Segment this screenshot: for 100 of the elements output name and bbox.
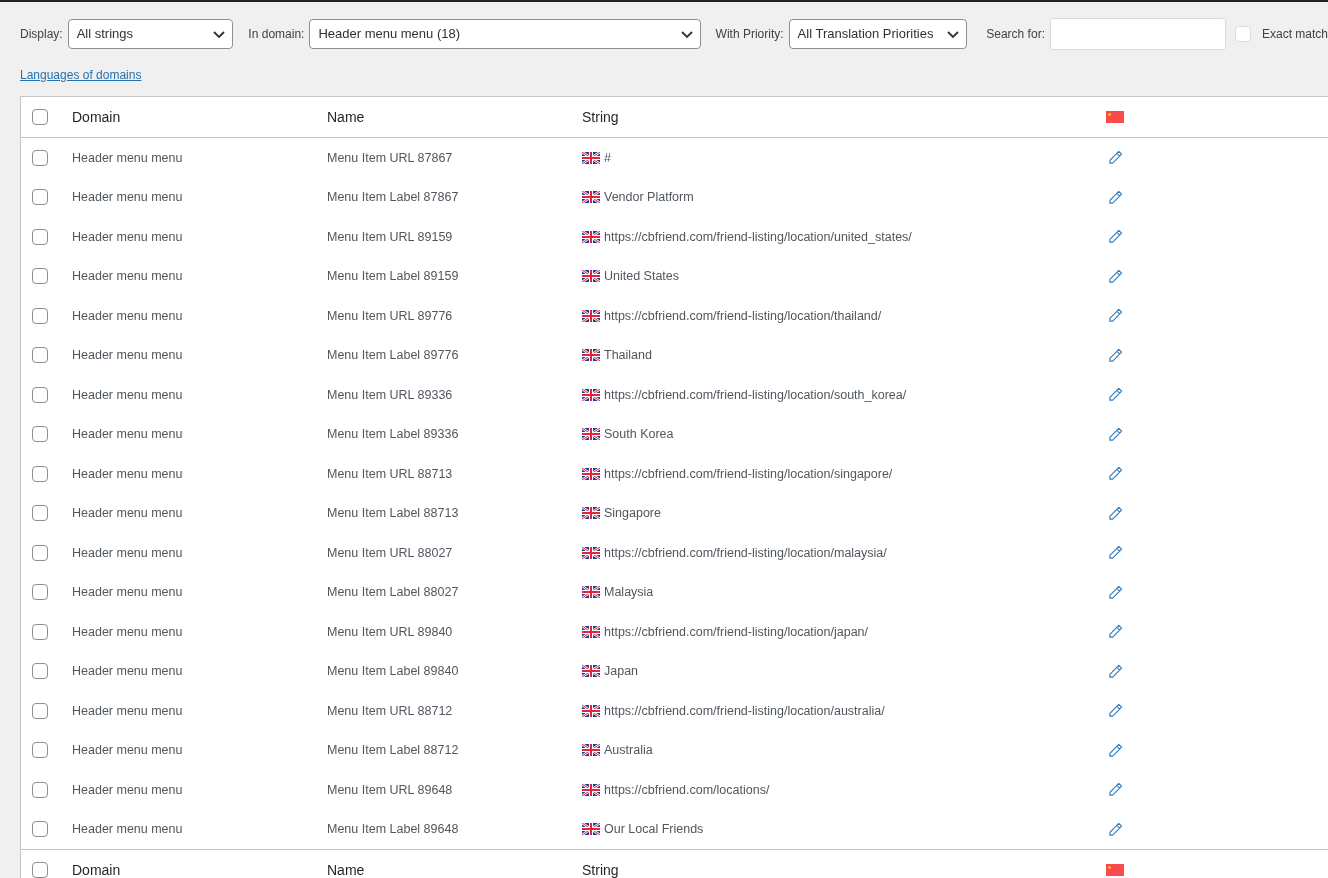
uk-flag-icon bbox=[582, 546, 600, 559]
row-checkbox[interactable] bbox=[32, 663, 48, 680]
edit-icon bbox=[1108, 268, 1123, 284]
domain-cell-text: Header menu menu bbox=[72, 585, 184, 600]
edit-button[interactable] bbox=[1108, 624, 1124, 640]
select-all-checkbox[interactable] bbox=[32, 862, 48, 878]
edit-button[interactable] bbox=[1108, 189, 1124, 205]
row-checkbox[interactable] bbox=[32, 821, 48, 838]
edit-button[interactable] bbox=[1108, 268, 1124, 284]
name-cell-text: Menu Item Label 88027 bbox=[327, 585, 460, 600]
uk-flag-icon bbox=[582, 388, 600, 401]
name-cell-text: Menu Item URL 87867 bbox=[327, 150, 454, 165]
row-checkbox[interactable] bbox=[32, 623, 48, 640]
row-checkbox[interactable] bbox=[32, 505, 48, 522]
name-cell-text: Menu Item URL 89159 bbox=[327, 229, 454, 244]
china-flag-icon bbox=[1106, 864, 1124, 876]
name-cell-text: Menu Item Label 87867 bbox=[327, 190, 460, 205]
name-cell-text: Menu Item URL 88713 bbox=[327, 466, 454, 481]
string-cell: Malaysia bbox=[604, 585, 654, 600]
edit-button[interactable] bbox=[1108, 742, 1124, 758]
display-select[interactable]: All strings bbox=[67, 18, 234, 49]
domain-cell-text: Header menu menu bbox=[72, 348, 184, 363]
column-header[interactable]: Domain bbox=[72, 109, 327, 125]
row-checkbox[interactable] bbox=[32, 584, 48, 601]
uk-flag-icon bbox=[582, 586, 600, 599]
edit-icon bbox=[1108, 150, 1123, 166]
row-checkbox[interactable] bbox=[32, 465, 48, 482]
row-checkbox[interactable] bbox=[32, 228, 48, 245]
row-checkbox[interactable] bbox=[32, 702, 48, 719]
row-checkbox[interactable] bbox=[32, 781, 48, 798]
string-cell: United States bbox=[604, 269, 680, 284]
uk-flag-icon bbox=[582, 309, 600, 322]
edit-button[interactable] bbox=[1108, 229, 1124, 245]
edit-icon bbox=[1108, 584, 1123, 600]
uk-flag-icon bbox=[582, 665, 600, 678]
row-checkbox[interactable] bbox=[32, 268, 48, 285]
column-header[interactable]: Name bbox=[327, 862, 582, 878]
edit-button[interactable] bbox=[1108, 387, 1124, 403]
select-all-checkbox[interactable] bbox=[32, 109, 48, 125]
uk-flag-icon bbox=[582, 428, 600, 441]
domain-cell-text: Header menu menu bbox=[72, 664, 184, 679]
edit-button[interactable] bbox=[1108, 663, 1124, 679]
uk-flag-icon bbox=[582, 467, 600, 480]
name-cell-text: Menu Item URL 89336 bbox=[327, 387, 454, 402]
edit-button[interactable] bbox=[1108, 821, 1124, 837]
uk-flag-icon bbox=[582, 151, 600, 164]
string-cell: Australia bbox=[604, 743, 653, 758]
row-checkbox[interactable] bbox=[32, 189, 48, 206]
column-header[interactable]: Name bbox=[327, 109, 582, 125]
column-header[interactable]: Domain bbox=[72, 862, 327, 878]
edit-button[interactable] bbox=[1108, 308, 1124, 324]
edit-button[interactable] bbox=[1108, 347, 1124, 363]
row-checkbox[interactable] bbox=[32, 347, 48, 364]
edit-button[interactable] bbox=[1108, 703, 1124, 719]
row-checkbox[interactable] bbox=[32, 386, 48, 403]
uk-flag-icon bbox=[582, 230, 600, 243]
edit-icon bbox=[1108, 742, 1123, 758]
domain-cell-text: Header menu menu bbox=[72, 506, 184, 521]
exact-match-checkbox[interactable] bbox=[1234, 25, 1251, 42]
search-field[interactable] bbox=[1049, 17, 1226, 50]
row-checkbox[interactable] bbox=[32, 742, 48, 759]
uk-flag-icon bbox=[582, 507, 600, 520]
edit-button[interactable] bbox=[1108, 150, 1124, 166]
domain-cell-text: Header menu menu bbox=[72, 150, 184, 165]
domain-cell-text: Header menu menu bbox=[72, 545, 184, 560]
row-checkbox[interactable] bbox=[32, 307, 48, 324]
filter-label: With Priority: bbox=[715, 26, 784, 41]
edit-button[interactable] bbox=[1108, 426, 1124, 442]
priority-select[interactable]: All Translation Priorities bbox=[788, 18, 968, 49]
column-header[interactable]: String bbox=[582, 862, 1094, 878]
string-cell: https://cbfriend.com/friend-listing/location/japan/ bbox=[604, 624, 869, 639]
string-cell: https://cbfriend.com/locations/ bbox=[604, 782, 770, 797]
languages-link[interactable]: Languages of domains bbox=[20, 68, 142, 82]
uk-flag-icon bbox=[582, 744, 600, 757]
edit-icon bbox=[1108, 505, 1123, 521]
string-cell: Our Local Friends bbox=[604, 822, 704, 837]
edit-icon bbox=[1108, 426, 1123, 442]
string-cell: # bbox=[604, 150, 611, 165]
edit-button[interactable] bbox=[1108, 466, 1124, 482]
string-cell: https://cbfriend.com/friend-listing/location/south_korea/ bbox=[604, 387, 907, 402]
edit-button[interactable] bbox=[1108, 505, 1124, 521]
row-checkbox[interactable] bbox=[32, 544, 48, 561]
edit-icon bbox=[1108, 782, 1123, 798]
uk-flag-icon bbox=[582, 625, 600, 638]
domain-cell-text: Header menu menu bbox=[72, 822, 184, 837]
string-cell: https://cbfriend.com/friend-listing/location/singapore/ bbox=[604, 466, 893, 481]
uk-flag-icon bbox=[582, 270, 600, 283]
edit-button[interactable] bbox=[1108, 545, 1124, 561]
column-header[interactable]: String bbox=[582, 109, 1094, 125]
row-checkbox[interactable] bbox=[32, 426, 48, 443]
name-cell-text: Menu Item Label 89776 bbox=[327, 348, 460, 363]
row-checkbox[interactable] bbox=[32, 149, 48, 166]
name-cell-text: Menu Item URL 88712 bbox=[327, 703, 454, 718]
domain-select[interactable]: Header menu menu (18) bbox=[309, 18, 701, 49]
domain-cell-text: Header menu menu bbox=[72, 466, 184, 481]
edit-button[interactable] bbox=[1108, 782, 1124, 798]
edit-icon bbox=[1108, 308, 1123, 324]
uk-flag-icon bbox=[582, 823, 600, 836]
name-cell-text: Menu Item Label 89159 bbox=[327, 269, 460, 284]
edit-button[interactable] bbox=[1108, 584, 1124, 600]
